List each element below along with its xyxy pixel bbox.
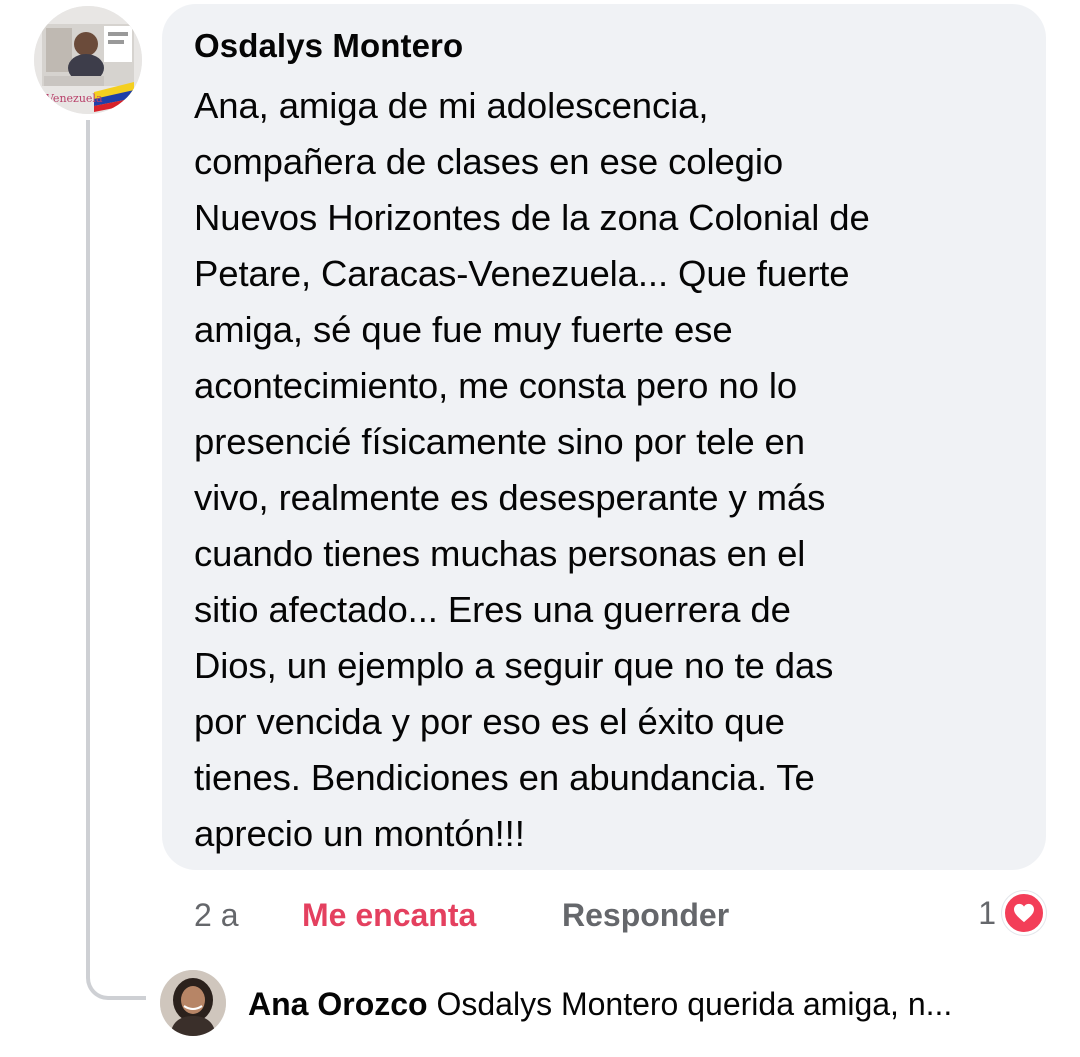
reply-avatar[interactable] [160, 970, 226, 1036]
reply-button[interactable]: Responder [562, 893, 729, 937]
reaction-summary[interactable]: 1 [978, 889, 1046, 937]
profile-photo-icon: Venezuela [34, 6, 142, 114]
heart-icon [1002, 891, 1046, 935]
love-reaction-button[interactable]: Me encanta [302, 893, 476, 937]
reply-thread-line [86, 120, 146, 1000]
svg-text:Venezuela: Venezuela [45, 92, 103, 105]
commenter-avatar[interactable]: Venezuela [34, 6, 142, 114]
comment-timestamp[interactable]: 2 a [194, 893, 238, 937]
profile-photo-icon [160, 970, 226, 1036]
reply-preview-text: Osdalys Montero querida amiga, n... [436, 986, 953, 1022]
comment-author[interactable]: Osdalys Montero [194, 26, 1016, 66]
reply-author[interactable]: Ana Orozco [248, 986, 436, 1022]
reaction-count: 1 [978, 895, 996, 931]
reply-preview-row[interactable]: Ana Orozco Osdalys Montero querida amiga… [248, 982, 1048, 1026]
comment-text: Ana, amiga de mi adolescencia, compañera… [194, 85, 870, 854]
comment-bubble: Osdalys Montero Ana, amiga de mi adolesc… [162, 4, 1046, 870]
